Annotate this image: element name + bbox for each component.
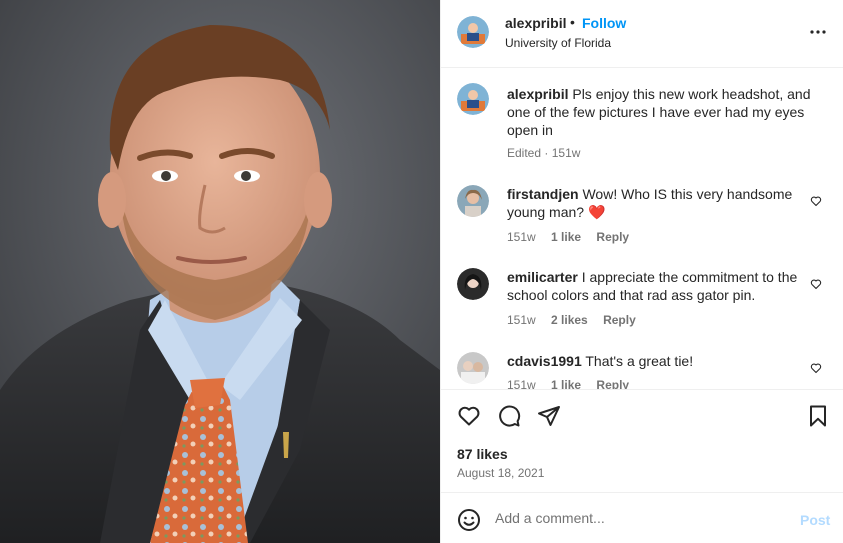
caption-meta: Edited · 151w (507, 146, 592, 160)
heart-icon[interactable] (810, 277, 822, 290)
comment-text-block: firstandjen Wow! Who IS this very handso… (507, 185, 812, 221)
post-actions: 87 likes August 18, 2021 (441, 389, 843, 492)
comment-username[interactable]: firstandjen (507, 186, 579, 202)
caption-meta-sep: · (544, 146, 552, 160)
comment-username[interactable]: emilicarter (507, 269, 578, 285)
commenter-avatar[interactable] (457, 268, 489, 300)
add-comment-input[interactable] (495, 507, 785, 529)
bookmark-icon[interactable] (806, 404, 830, 428)
caption-time[interactable]: 151w (552, 146, 581, 160)
post-location[interactable]: University of Florida (505, 36, 611, 50)
heart-icon[interactable] (810, 194, 822, 207)
header-separator: • (570, 14, 575, 30)
commenter-avatar[interactable] (457, 185, 489, 217)
post-header: alexpribil • Follow University of Florid… (441, 0, 843, 68)
reply-button[interactable]: Reply (603, 313, 636, 327)
comment-meta: 151w 1 like Reply (507, 230, 641, 244)
comment-time[interactable]: 151w (507, 378, 536, 389)
caption-username[interactable]: alexpribil (507, 86, 568, 102)
comment-time[interactable]: 151w (507, 313, 536, 327)
reply-button[interactable]: Reply (596, 378, 629, 389)
emoji-icon[interactable] (457, 508, 481, 532)
likes-count[interactable]: 87 likes (457, 446, 508, 462)
reply-button[interactable]: Reply (596, 230, 629, 244)
post-photo[interactable] (0, 0, 440, 543)
comment-text: That's a great tie! (585, 353, 694, 369)
comment-text-block: cdavis1991 That's a great tie! (507, 352, 812, 370)
comment-likes[interactable]: 1 like (551, 378, 581, 389)
instagram-post: alexpribil • Follow University of Florid… (0, 0, 843, 543)
add-comment-bar: Post (441, 492, 843, 543)
more-horizontal-icon[interactable] (806, 20, 830, 44)
post-comment-button[interactable]: Post (800, 512, 830, 528)
heart-icon[interactable] (810, 361, 822, 374)
comments-list[interactable]: alexpribil Pls enjoy this new work heads… (441, 69, 843, 389)
share-icon[interactable] (537, 404, 561, 428)
commenter-avatar[interactable] (457, 352, 489, 384)
comment-likes[interactable]: 2 likes (551, 313, 588, 327)
comment-likes[interactable]: 1 like (551, 230, 581, 244)
heart-icon[interactable] (457, 404, 481, 428)
caption-edited: Edited (507, 146, 542, 160)
follow-button[interactable]: Follow (582, 15, 626, 31)
comment-text-block: emilicarter I appreciate the commitment … (507, 268, 812, 304)
caption-avatar[interactable] (457, 83, 489, 115)
comment-meta: 151w 2 likes Reply (507, 313, 648, 327)
comment-icon[interactable] (497, 404, 521, 428)
post-date[interactable]: August 18, 2021 (457, 466, 544, 480)
caption-text-block: alexpribil Pls enjoy this new work heads… (507, 85, 812, 139)
headshot-image (0, 0, 440, 543)
red-heart-emoji: ❤️ (587, 204, 606, 220)
comment-time[interactable]: 151w (507, 230, 536, 244)
author-username[interactable]: alexpribil (505, 15, 566, 31)
post-side-panel: alexpribil • Follow University of Florid… (440, 0, 843, 543)
author-avatar[interactable] (457, 16, 489, 48)
comment-username[interactable]: cdavis1991 (507, 353, 582, 369)
comment-meta: 151w 1 like Reply (507, 378, 641, 389)
